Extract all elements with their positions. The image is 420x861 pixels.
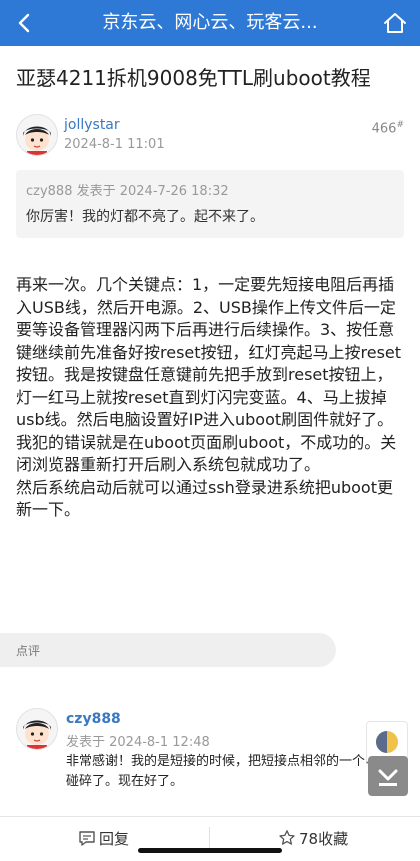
top-nav-bar: 京东云、网心云、玩客云... [0,0,420,46]
reply-button[interactable]: 回复 [78,829,129,849]
quote-meta: czy888 发表于 2024-7-26 18:32 [26,184,229,199]
bottom-bar-divider [209,827,210,849]
reply-text: 非常感谢！我的是短接的时候，把短接点相邻的一个电阻碰碎了。现在好了。 [66,754,392,789]
thread-title: 亚瑟4211拆机9008免TTL刷uboot教程 [16,66,371,90]
home-icon [384,13,406,33]
home-button[interactable] [380,8,410,38]
view-count-value: 466 [371,121,397,137]
reply-button-label: 回复 [99,830,130,848]
back-button[interactable] [10,8,40,38]
reply-author-name[interactable]: czy888 [66,711,121,727]
scroll-to-bottom-button[interactable] [368,756,408,796]
home-indicator [138,848,282,853]
post-paragraph: 再来一次。几个关键点：1，一定要先短接电阻后再插入USB线，然后开电源。2、US… [16,275,402,429]
quote-block: czy888 发表于 2024-7-26 18:32 你厉害！我的灯都不亮了。起… [16,170,404,238]
comment-icon [79,831,95,846]
favorite-button-label: 78收藏 [299,830,349,848]
bottom-action-bar: 回复 78收藏 [0,816,420,861]
post-paragraph: 然后系统启动后就可以通过ssh登录进系统把uboot更新一下。 [16,477,393,520]
post-body: 再来一次。几个关键点：1，一定要先短接电阻后再插入USB线，然后开电源。2、US… [16,274,406,522]
avatar-cartoon-icon [17,709,57,749]
reply-time: 发表于 2024-8-1 12:48 [66,735,210,750]
forum-title: 京东云、网心云、玩客云... [102,12,318,33]
post-time: 2024-8-1 11:01 [64,137,165,152]
post-author-name[interactable]: jollystar [64,117,120,133]
post-paragraph: 我犯的错误就是在uboot页面刷uboot，不成功的。关闭浏览器重新打开后刷入系… [16,432,397,475]
author-avatar[interactable] [16,114,58,156]
floor-mark: # [396,120,404,130]
favorite-button[interactable]: 78收藏 [278,829,348,849]
star-icon [279,830,295,845]
comments-section-label: 点评 [16,644,41,658]
quote-text: 你厉害！我的灯都不亮了。起不来了。 [26,209,264,225]
arrow-down-bar-icon [378,769,398,786]
comments-section-header: 点评 [0,633,336,667]
reply-avatar[interactable] [16,708,58,750]
chevron-left-icon [18,13,30,33]
avatar-cartoon-icon [17,115,57,155]
view-count: 466# [372,120,404,136]
